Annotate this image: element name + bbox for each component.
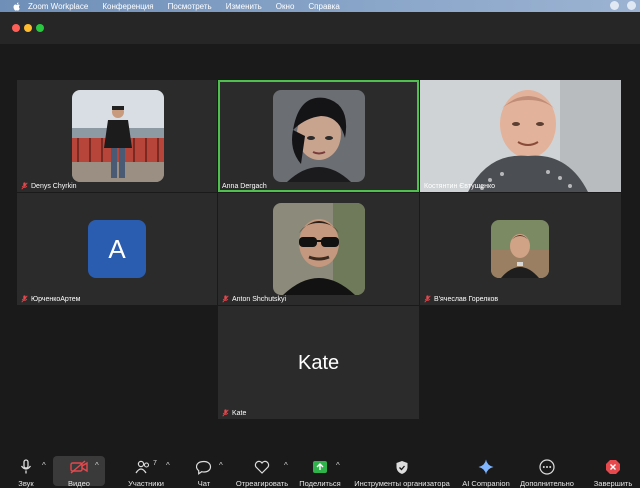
participant-name: ЮрченкоАртем (31, 295, 81, 303)
video-button[interactable]: Видео (44, 452, 114, 488)
sparkle-icon (478, 459, 494, 475)
menu-item-window[interactable]: Окно (276, 2, 295, 11)
more-button[interactable]: Дополнительно (512, 452, 582, 488)
participant-name-bar: Denys Chyrkin (21, 182, 77, 190)
end-icon (606, 460, 620, 474)
muted-mic-icon (21, 295, 28, 303)
chat-label: Чат (197, 479, 211, 488)
meeting-toolbar: Звук ^ Видео ^ 7 Участники ^ Чат ^ Отреа… (0, 452, 640, 488)
participant-photo (491, 220, 549, 278)
close-window-button[interactable] (12, 24, 20, 32)
muted-mic-icon (424, 295, 431, 303)
muted-mic-icon (222, 409, 229, 417)
participant-tile-anton[interactable]: Anton Shchutskyi (218, 193, 419, 305)
menu-item-view[interactable]: Посмотреть (168, 2, 212, 11)
react-label: Отреагировать (235, 479, 289, 488)
end-meeting-button[interactable]: Завершить (578, 452, 640, 488)
participant-name-bar: Костянтин Євтушенко (424, 183, 495, 190)
participant-tile-kostiantyn[interactable]: Костянтин Євтушенко (420, 80, 621, 192)
participant-name: Anton Shchutskyi (232, 295, 287, 303)
participant-tile-artem[interactable]: A ЮрченкоАртем (17, 193, 217, 305)
ai-companion-label: AI Companion (462, 479, 510, 488)
menu-app-name[interactable]: Zoom Workplace (28, 2, 88, 11)
chat-options-chevron-icon[interactable]: ^ (219, 461, 223, 470)
participant-tile-kate[interactable]: Kate Kate (218, 306, 419, 419)
window-titlebar (0, 12, 640, 44)
macos-menubar: Zoom Workplace Конференция Посмотреть Из… (0, 0, 640, 12)
ai-companion-button[interactable]: AI Companion (451, 452, 521, 488)
microphone-icon (20, 459, 32, 474)
minimize-window-button[interactable] (24, 24, 32, 32)
zoom-status-icon[interactable] (627, 1, 636, 10)
participant-name-bar: В'ячеслав Горелков (424, 295, 498, 303)
more-label: Дополнительно (520, 479, 574, 488)
participant-name-bar: Kate (222, 409, 246, 417)
shield-icon (396, 460, 408, 474)
video-off-icon (70, 460, 88, 474)
muted-mic-icon (222, 295, 229, 303)
participant-name: Denys Chyrkin (31, 182, 77, 190)
zoom-window-button[interactable] (36, 24, 44, 32)
more-icon (539, 459, 555, 475)
heart-icon (254, 460, 270, 474)
participant-tile-denys[interactable]: Denys Chyrkin (17, 80, 217, 192)
participant-name: Костянтин Євтушенко (424, 183, 496, 190)
participant-tile-anna[interactable]: Anna Dergach (218, 80, 419, 192)
share-button[interactable]: Поделиться (285, 452, 355, 488)
video-options-chevron-icon[interactable]: ^ (95, 461, 99, 470)
participant-name-bar: Anna Dergach (222, 183, 267, 190)
host-tools-button[interactable]: Инструменты организатора (354, 452, 450, 488)
participant-name: В'ячеслав Горелков (434, 295, 499, 303)
share-options-chevron-icon[interactable]: ^ (336, 461, 340, 470)
participant-photo (273, 203, 365, 295)
chat-icon (196, 460, 212, 475)
avatar: A (88, 220, 146, 278)
muted-mic-icon (21, 182, 28, 190)
host-tools-label: Инструменты организатора (354, 479, 450, 488)
participant-photo (72, 90, 164, 182)
menu-item-edit[interactable]: Изменить (226, 2, 262, 11)
menu-item-help[interactable]: Справка (308, 2, 339, 11)
participant-name-bar: Anton Shchutskyi (222, 295, 286, 303)
menu-item-conference[interactable]: Конференция (102, 2, 153, 11)
share-screen-icon (313, 461, 327, 473)
audio-label: Звук (18, 479, 34, 488)
participant-display-name: Kate (298, 352, 340, 374)
participant-name: Anna Dergach (222, 183, 267, 190)
participants-label: Участники (128, 479, 164, 488)
participant-name: Kate (232, 409, 247, 417)
status-icon[interactable] (610, 1, 619, 10)
participants-icon (135, 460, 150, 474)
participant-photo (273, 90, 365, 182)
participants-count: 7 (153, 459, 157, 467)
apple-icon[interactable] (12, 1, 22, 11)
participant-name-bar: ЮрченкоАртем (21, 295, 81, 303)
video-label: Видео (68, 479, 90, 488)
end-meeting-label: Завершить (593, 479, 633, 488)
participant-video (420, 80, 621, 192)
share-label: Поделиться (299, 479, 341, 488)
participant-tile-viacheslav[interactable]: В'ячеслав Горелков (420, 193, 621, 305)
